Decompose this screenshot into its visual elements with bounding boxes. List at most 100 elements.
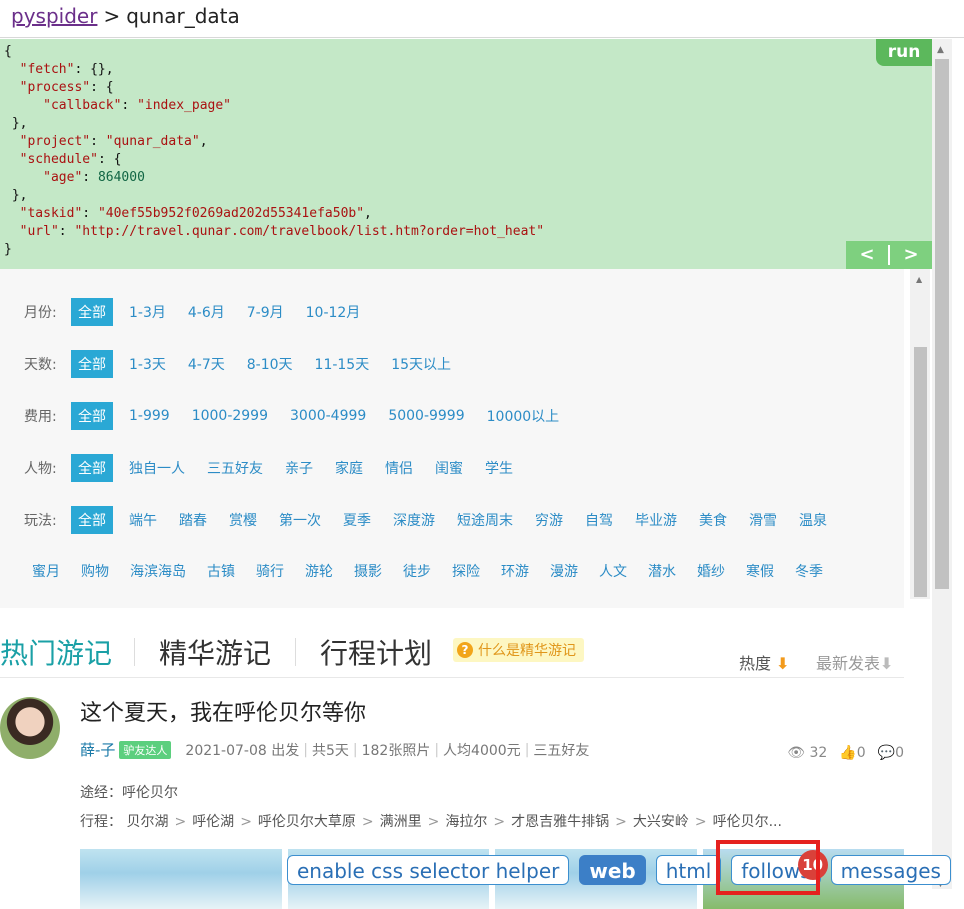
sort-newest[interactable]: 最新发表⬇ — [816, 650, 893, 674]
filter-option[interactable]: 10-12月 — [306, 302, 361, 322]
filter-option[interactable]: 夏季 — [343, 510, 371, 530]
filter-option[interactable]: 7-9月 — [247, 302, 284, 322]
views-count: 32 — [809, 745, 828, 761]
tab-itinerary[interactable]: 行程计划 — [320, 632, 432, 672]
filter-option[interactable]: 全部 — [71, 350, 113, 378]
filter-label: 天数: — [24, 357, 57, 373]
photo-thumb[interactable] — [80, 849, 282, 909]
filter-option[interactable]: 闺蜜 — [435, 458, 463, 478]
filter-option[interactable]: 徒步 — [403, 561, 431, 581]
main-scrollbar[interactable]: ▲ ▼ — [932, 39, 952, 889]
filter-option[interactable]: 端午 — [129, 510, 157, 530]
filter-option[interactable]: 5000-9999 — [388, 408, 464, 424]
filter-option[interactable]: 古镇 — [207, 561, 235, 581]
filter-option[interactable]: 潜水 — [648, 561, 676, 581]
sort-hot-label: 热度 — [739, 654, 772, 673]
author-link[interactable]: 薛-子 — [80, 739, 115, 760]
filter-option[interactable]: 家庭 — [335, 458, 363, 478]
task-json[interactable]: { "fetch": {}, "process": { "callback": … — [0, 39, 932, 259]
filter-option[interactable]: 人文 — [599, 561, 627, 581]
filter-option[interactable]: 全部 — [71, 506, 113, 534]
filter-option[interactable]: 漫游 — [550, 561, 578, 581]
filter-option[interactable]: 摄影 — [354, 561, 382, 581]
filter-option[interactable]: 蜜月 — [32, 561, 60, 581]
filter-option[interactable]: 1-3天 — [129, 354, 166, 374]
filter-option[interactable]: 1000-2999 — [192, 408, 268, 424]
filter-option[interactable]: 骑行 — [256, 561, 284, 581]
arrow-down-icon: ⬇ — [880, 654, 894, 673]
filter-option[interactable]: 毕业游 — [635, 510, 677, 530]
filter-option[interactable]: 游轮 — [305, 561, 333, 581]
filter-option[interactable]: 三五好友 — [207, 458, 263, 478]
route-stop[interactable]: 海拉尔 — [445, 814, 487, 830]
web-tab-button[interactable]: web — [579, 855, 646, 885]
filter-option[interactable]: 4-7天 — [188, 354, 225, 374]
filter-option[interactable]: 温泉 — [799, 510, 827, 530]
filter-option[interactable]: 美食 — [699, 510, 727, 530]
filter-option[interactable]: 环游 — [501, 561, 529, 581]
likes-stat[interactable]: 👍0 — [839, 745, 865, 761]
filter-option[interactable]: 深度游 — [393, 510, 435, 530]
route-stop[interactable]: 呼伦贝尔大草原 — [258, 814, 356, 830]
route-stop[interactable]: 大兴安岭 — [633, 814, 689, 830]
filter-option[interactable]: 1-999 — [129, 408, 170, 424]
scroll-up-icon[interactable]: ▲ — [937, 45, 944, 55]
breadcrumb-separator: > — [103, 4, 121, 28]
views-stat: 👁 32 — [787, 745, 827, 761]
filter-option[interactable]: 自驾 — [585, 510, 613, 530]
filter-option[interactable]: 3000-4999 — [290, 408, 366, 424]
route-stop[interactable]: 才恩吉雅牛排锅 — [511, 814, 609, 830]
featured-help[interactable]: ? 什么是精华游记 — [453, 638, 584, 662]
filter-option[interactable]: 4-6月 — [188, 302, 225, 322]
filter-option[interactable]: 全部 — [71, 298, 113, 326]
sort-hot[interactable]: 热度 ⬇ — [739, 650, 790, 674]
filter-option[interactable]: 婚纱 — [697, 561, 725, 581]
scroll-up-icon[interactable]: ▲ — [916, 275, 922, 284]
filter-option[interactable]: 全部 — [71, 402, 113, 430]
prev-button[interactable]: < — [846, 241, 888, 269]
filter-option[interactable]: 踏春 — [179, 510, 207, 530]
filter-option[interactable]: 10000以上 — [487, 406, 560, 426]
messages-tab-button[interactable]: messages — [830, 855, 951, 885]
run-button[interactable]: run — [876, 39, 932, 66]
route-stop[interactable]: 呼伦贝尔... — [713, 814, 782, 830]
filter-option[interactable]: 1-3月 — [129, 302, 166, 322]
comments-stat[interactable]: 💬0 — [878, 745, 904, 761]
breadcrumb-root-link[interactable]: pyspider — [11, 4, 97, 28]
filter-option[interactable]: 独自一人 — [129, 458, 185, 478]
filter-option[interactable]: 11-15天 — [315, 354, 370, 374]
travelogue-title[interactable]: 这个夏天，我在呼伦贝尔等你 — [80, 695, 366, 727]
next-button[interactable]: > — [890, 241, 932, 269]
filter-option[interactable]: 购物 — [81, 561, 109, 581]
task-editor[interactable]: { "fetch": {}, "process": { "callback": … — [0, 39, 932, 269]
filter-option[interactable]: 情侣 — [385, 458, 413, 478]
filter-option[interactable]: 穷游 — [535, 510, 563, 530]
tab-featured[interactable]: 精华游记 — [159, 632, 271, 672]
filter-option[interactable]: 学生 — [485, 458, 513, 478]
route-stop[interactable]: 满洲里 — [380, 814, 422, 830]
filter-row-cost: 费用: 全部 1-999 1000-2999 3000-4999 5000-9999 100… — [24, 402, 581, 430]
filter-option[interactable]: 寒假 — [746, 561, 774, 581]
filter-option[interactable]: 滑雪 — [749, 510, 777, 530]
preview-scrollbar[interactable]: ▲ — [910, 269, 930, 599]
travelogue-meta: 薛-子 驴友达人 2021-07-08 出发 | 共5天 | 182张照片 | 人均4… — [80, 739, 589, 760]
route-stop[interactable]: 呼伦湖 — [192, 814, 234, 830]
html-tab-button[interactable]: html — [655, 855, 722, 885]
filter-option[interactable]: 海滨海岛 — [130, 561, 186, 581]
filter-option[interactable]: 15天以上 — [391, 354, 451, 374]
filter-option[interactable]: 冬季 — [795, 561, 823, 581]
filter-option[interactable]: 全部 — [71, 454, 113, 482]
tab-hot[interactable]: 热门游记 — [0, 632, 112, 672]
avatar[interactable] — [0, 697, 60, 759]
filter-option[interactable]: 8-10天 — [247, 354, 293, 374]
filter-option[interactable]: 探险 — [452, 561, 480, 581]
filter-option[interactable]: 短途周末 — [457, 510, 513, 530]
filter-option[interactable]: 亲子 — [285, 458, 313, 478]
filter-row-play: 玩法: 全部 端午 踏春 赏樱 第一次 夏季 深度游 短途周末 穷游 自驾 毕业游 美食 滑雪 温泉 — [24, 506, 849, 534]
route-stop[interactable]: 贝尔湖 — [126, 814, 168, 830]
filter-option[interactable]: 赏樱 — [229, 510, 257, 530]
scrollbar-thumb[interactable] — [914, 347, 927, 597]
scrollbar-thumb[interactable] — [935, 59, 949, 589]
filter-option[interactable]: 第一次 — [279, 510, 321, 530]
css-selector-helper-button[interactable]: enable css selector helper — [287, 855, 570, 885]
